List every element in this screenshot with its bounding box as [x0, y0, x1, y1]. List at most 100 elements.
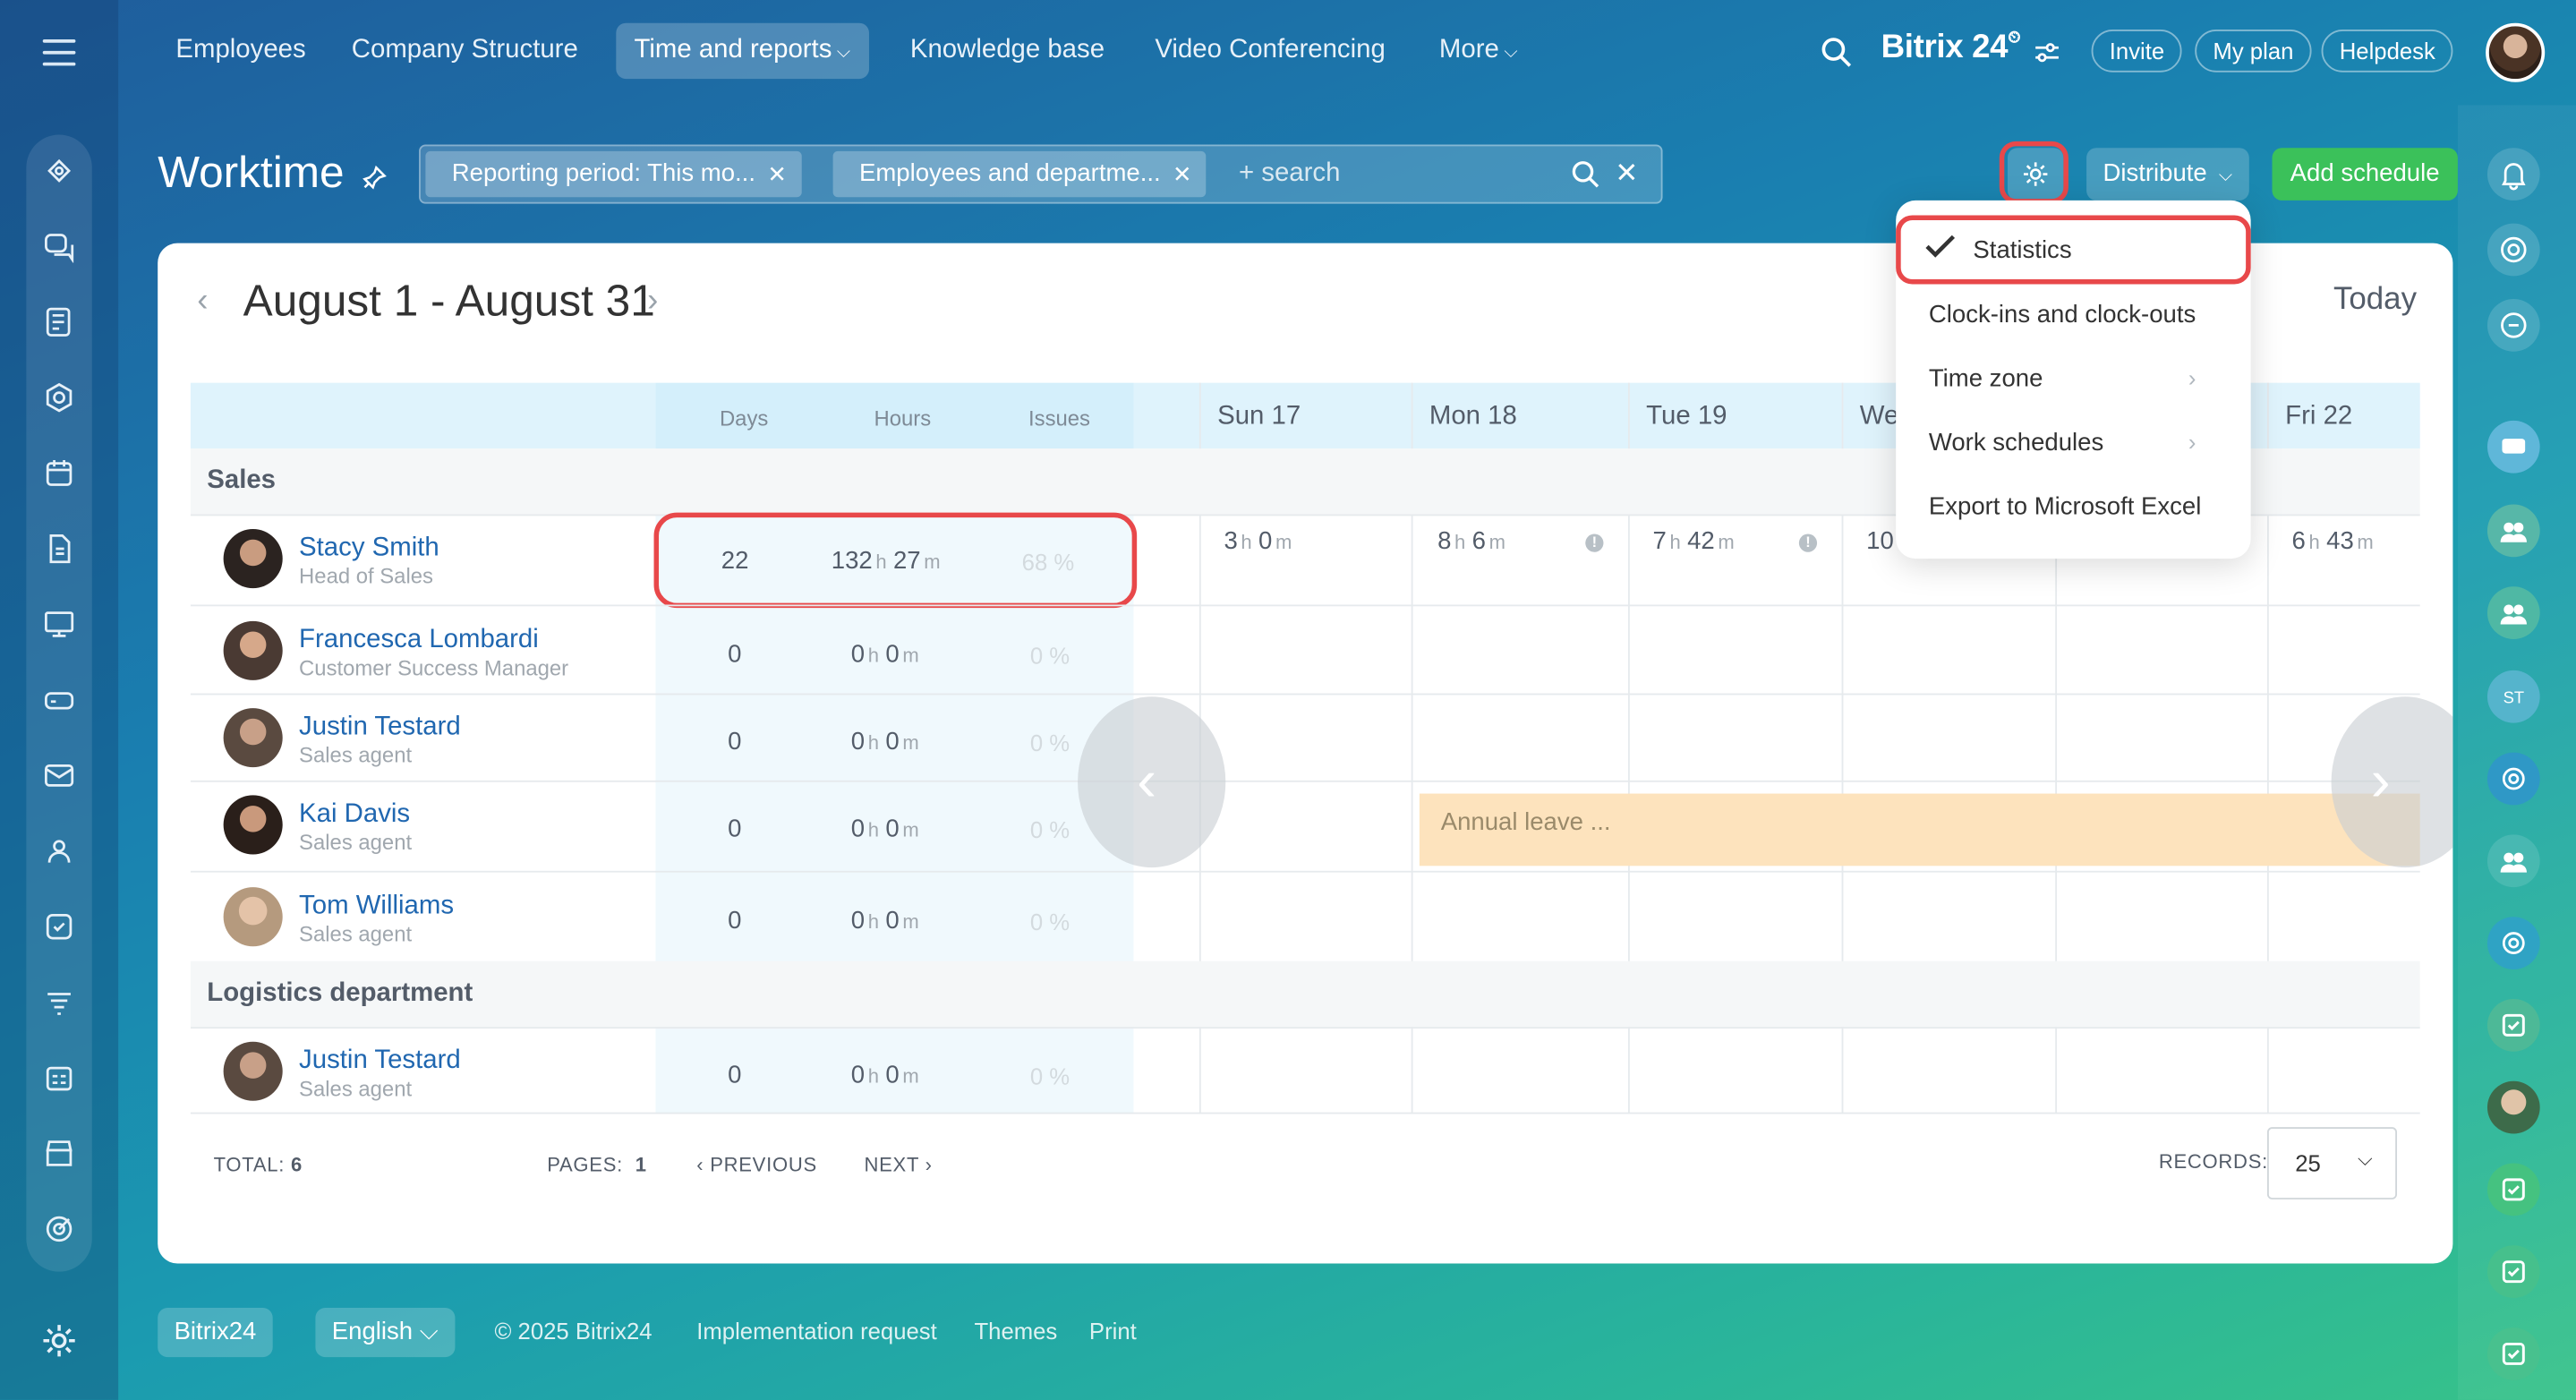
brand-text: Bitrix 24: [1881, 30, 2009, 66]
minutes-num: 0: [1258, 527, 1273, 556]
total-label-text: TOTAL:: [213, 1153, 286, 1177]
group-avatar-icon[interactable]: [2486, 586, 2540, 640]
avatar[interactable]: [223, 887, 283, 947]
scroll-left-button[interactable]: ‹: [1078, 696, 1226, 868]
copilot-chat-icon[interactable]: [2486, 752, 2540, 806]
chevron-right-icon[interactable]: ›: [647, 283, 658, 320]
board-icon[interactable]: [39, 604, 79, 644]
minutes-num: 0: [885, 815, 900, 843]
day-cell[interactable]: 10: [1866, 527, 1894, 555]
menu-item-export-excel[interactable]: Export to Microsoft Excel: [1929, 493, 2201, 521]
warning-icon[interactable]: !: [1798, 534, 1818, 552]
chevron-left-icon[interactable]: ‹: [197, 283, 208, 320]
employee-name[interactable]: Justin Testard: [299, 1046, 461, 1076]
minutes-num: 42: [1687, 527, 1715, 556]
feed-icon[interactable]: [39, 303, 79, 342]
employee-name[interactable]: Francesca Lombardi: [299, 626, 539, 655]
menu-item-time-zone[interactable]: Time zone: [1929, 364, 2043, 392]
today-button[interactable]: Today: [2333, 283, 2417, 319]
implementation-request-link[interactable]: Implementation request: [696, 1318, 937, 1344]
pages-label: PAGES: 1: [547, 1154, 647, 1177]
copilot-icon[interactable]: [2486, 223, 2540, 277]
search-input[interactable]: + search: [1239, 159, 1340, 189]
records-select[interactable]: 25 ⌵: [2266, 1127, 2397, 1199]
person-avatar[interactable]: [2486, 1080, 2540, 1134]
clear-icon[interactable]: ✕: [1615, 158, 1638, 191]
nav-employees[interactable]: Employees: [158, 23, 324, 79]
records-label: RECORDS:: [2158, 1149, 2268, 1174]
filter-search-box[interactable]: Reporting period: This mo... ✕ Employees …: [419, 144, 1663, 204]
group-avatar-icon[interactable]: [2486, 834, 2540, 888]
my-plan-button[interactable]: My plan: [2195, 30, 2312, 73]
planner-icon[interactable]: [39, 1058, 79, 1097]
pin-icon[interactable]: [362, 165, 388, 191]
task-chat-icon[interactable]: [2486, 1163, 2540, 1216]
bitrix24-button[interactable]: Bitrix24: [158, 1308, 273, 1358]
language-select[interactable]: English ⌵: [315, 1308, 455, 1358]
menu-item-work-schedules[interactable]: Work schedules: [1929, 429, 2103, 457]
nav-more[interactable]: More ⌵: [1421, 23, 1536, 79]
close-icon[interactable]: ✕: [1173, 151, 1192, 197]
warning-icon[interactable]: !: [1585, 534, 1604, 552]
chat-icon[interactable]: [39, 226, 79, 266]
employees-icon[interactable]: [39, 832, 79, 871]
menu-item-clock-ins[interactable]: Clock-ins and clock-outs: [1929, 301, 2196, 329]
previous-button[interactable]: ‹ PREVIOUS: [696, 1154, 817, 1177]
st-avatar-icon[interactable]: ST: [2486, 670, 2540, 723]
task-chat-icon[interactable]: [2486, 1245, 2540, 1299]
drive-icon[interactable]: [39, 680, 79, 720]
close-icon[interactable]: ✕: [767, 151, 787, 197]
filter-chip-period[interactable]: Reporting period: This mo... ✕: [425, 150, 802, 198]
nav-knowledge-base[interactable]: Knowledge base: [892, 23, 1123, 79]
unit: m: [902, 1064, 919, 1088]
calendar-icon[interactable]: [39, 454, 79, 493]
invite-button[interactable]: Invite: [2091, 30, 2183, 73]
day-cell[interactable]: 7 h 42 m: [1653, 527, 1742, 555]
hexagon-icon[interactable]: [39, 378, 79, 417]
nav-video-conferencing[interactable]: Video Conferencing: [1137, 23, 1403, 79]
bell-icon[interactable]: [2486, 148, 2540, 201]
day-cell[interactable]: 8h6m: [1437, 527, 1512, 555]
avatar[interactable]: [223, 529, 283, 589]
collab-icon[interactable]: [39, 151, 79, 191]
employee-name[interactable]: Kai Davis: [299, 800, 410, 830]
helpdesk-button[interactable]: Helpdesk: [2321, 30, 2454, 73]
avatar[interactable]: [223, 620, 283, 680]
unit: h: [1669, 530, 1681, 554]
day-cell[interactable]: 3h0m: [1224, 527, 1298, 555]
nav-time-and-reports[interactable]: Time and reports ⌵: [616, 22, 869, 80]
unit: m: [902, 818, 919, 841]
search-icon[interactable]: [1571, 159, 1600, 189]
employee-name[interactable]: Justin Testard: [299, 713, 461, 743]
employee-name[interactable]: Tom Williams: [299, 892, 454, 922]
store-icon[interactable]: [39, 1133, 79, 1173]
task-chat-icon[interactable]: [2486, 1327, 2540, 1380]
add-schedule-button[interactable]: Add schedule: [2272, 148, 2458, 201]
nav-company-structure[interactable]: Company Structure: [334, 23, 596, 79]
task-chat-icon[interactable]: [2486, 998, 2540, 1052]
target-icon[interactable]: [39, 1209, 79, 1249]
sliders-icon[interactable]: [2034, 41, 2060, 64]
search-chat-icon[interactable]: [2486, 299, 2540, 352]
day-cell[interactable]: 6 h 43 m: [2292, 527, 2381, 555]
themes-link[interactable]: Themes: [974, 1318, 1057, 1344]
document-icon[interactable]: [39, 529, 79, 568]
employee-name[interactable]: Stacy Smith: [299, 534, 439, 564]
distribute-button[interactable]: Distribute ⌵: [2086, 148, 2249, 201]
filter-chip-employees[interactable]: Employees and departme... ✕: [832, 150, 1207, 198]
mail-icon[interactable]: [39, 755, 79, 795]
settings-icon[interactable]: [39, 1321, 79, 1361]
avatar[interactable]: [223, 708, 283, 768]
group-avatar-icon[interactable]: [2486, 504, 2540, 558]
copilot-chat-icon[interactable]: [2486, 917, 2540, 969]
next-button[interactable]: NEXT ›: [864, 1154, 932, 1177]
chat-group-icon[interactable]: [2486, 420, 2540, 474]
avatar[interactable]: [223, 1041, 283, 1101]
print-link[interactable]: Print: [1089, 1318, 1137, 1344]
menu-icon[interactable]: [42, 39, 76, 66]
filter-icon[interactable]: [39, 983, 79, 1022]
avatar[interactable]: [223, 795, 283, 855]
tasks-icon[interactable]: [39, 907, 79, 946]
search-icon[interactable]: [1821, 36, 1854, 69]
user-avatar[interactable]: [2486, 22, 2546, 82]
